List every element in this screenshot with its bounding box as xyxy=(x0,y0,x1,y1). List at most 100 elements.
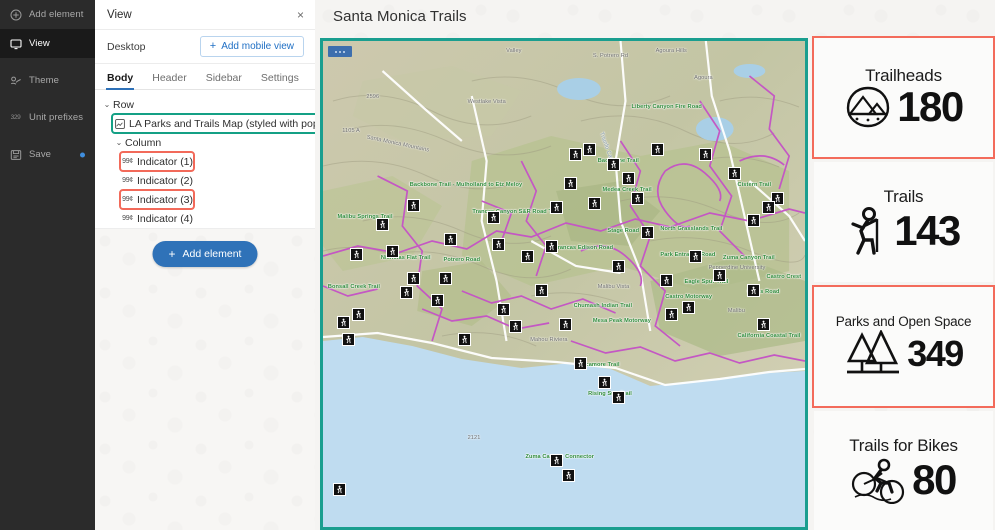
trailhead-marker[interactable] xyxy=(559,318,573,332)
map-trail-label: Castro Crest xyxy=(766,274,802,281)
tab-settings[interactable]: Settings xyxy=(261,72,299,89)
trailhead-marker[interactable] xyxy=(342,332,356,346)
chevron-down-icon[interactable]: ⌄ xyxy=(101,100,113,109)
tab-sidebar[interactable]: Sidebar xyxy=(206,72,242,89)
trees-icon xyxy=(844,329,902,378)
trailhead-marker[interactable] xyxy=(698,147,712,161)
trailhead-marker[interactable] xyxy=(612,390,626,404)
rail-item-save[interactable]: Save xyxy=(0,140,95,169)
plus-icon: + xyxy=(168,247,176,261)
add-mobile-view-button[interactable]: + Add mobile view xyxy=(199,36,304,57)
rail-label: Theme xyxy=(29,75,60,86)
trailhead-marker[interactable] xyxy=(660,274,674,288)
trailhead-marker[interactable] xyxy=(332,483,346,497)
trailhead-marker[interactable] xyxy=(400,286,414,300)
rail-item-view[interactable]: View xyxy=(0,29,95,58)
trailhead-marker[interactable] xyxy=(561,468,575,482)
trailhead-marker[interactable] xyxy=(761,201,775,215)
device-row: Desktop + Add mobile view xyxy=(95,30,315,64)
map-place-label: S. Potrero Rd xyxy=(592,53,629,60)
trailhead-marker[interactable] xyxy=(631,191,645,205)
trailhead-marker[interactable] xyxy=(747,213,761,227)
rail-item-add-element[interactable]: Add element xyxy=(0,0,95,29)
trailhead-marker[interactable] xyxy=(682,301,696,314)
chevron-down-icon[interactable]: ⌄ xyxy=(113,138,125,147)
add-element-button[interactable]: + Add element xyxy=(152,241,258,267)
map-options-button[interactable] xyxy=(328,46,352,57)
tab-body[interactable]: Body xyxy=(105,72,135,90)
trailhead-marker[interactable] xyxy=(438,271,452,285)
trailhead-marker[interactable] xyxy=(486,211,500,225)
trailhead-marker[interactable] xyxy=(665,308,679,322)
tree-item-label: LA Parks and Trails Map (styled with pop… xyxy=(129,117,340,130)
trailhead-marker[interactable] xyxy=(583,143,597,157)
close-icon[interactable]: × xyxy=(297,9,304,21)
tree-item-content: 99¢ Indicator (4) xyxy=(121,210,193,227)
trailhead-marker[interactable] xyxy=(597,376,611,390)
number-icon: 329 xyxy=(10,114,21,121)
trailhead-marker[interactable] xyxy=(385,245,399,259)
indicator-trails[interactable]: Trails 143 xyxy=(814,162,993,282)
trailhead-marker[interactable] xyxy=(431,293,445,307)
rail-label: View xyxy=(29,38,50,49)
trailhead-marker[interactable] xyxy=(337,315,351,329)
tree-item-highlight-red: 99¢ Indicator (1) xyxy=(118,151,196,172)
rail-item-theme[interactable]: Theme xyxy=(0,66,95,95)
trailhead-marker[interactable] xyxy=(612,259,626,273)
map-trail-label: Potrero Road xyxy=(443,257,481,264)
unsaved-changes-dot xyxy=(80,152,85,157)
trailhead-marker[interactable] xyxy=(549,201,563,215)
brush-icon xyxy=(9,74,22,87)
indicator-trailheads[interactable]: Trailheads 180 xyxy=(812,35,995,160)
map-trail-label: Rising Sun Trail xyxy=(588,390,632,397)
indicator-icon: 99¢ xyxy=(122,196,133,203)
trailhead-marker[interactable] xyxy=(747,284,761,297)
trailhead-marker[interactable] xyxy=(573,356,587,370)
trailhead-marker[interactable] xyxy=(568,147,582,161)
trailhead-marker[interactable] xyxy=(549,454,563,468)
map-canvas[interactable]: Valley S. Potrero Rd Agoura Hills Agoura… xyxy=(323,41,805,527)
trailhead-marker[interactable] xyxy=(443,232,457,246)
trailhead-marker[interactable] xyxy=(496,303,510,317)
tree-item-column[interactable]: ⌄ Column xyxy=(95,133,315,152)
trailhead-marker[interactable] xyxy=(376,218,390,232)
trailhead-marker[interactable] xyxy=(349,247,363,261)
trailhead-marker[interactable] xyxy=(520,249,534,263)
trailhead-marker[interactable] xyxy=(544,240,558,254)
trailhead-marker[interactable] xyxy=(508,320,522,334)
trailhead-marker[interactable] xyxy=(588,196,602,210)
trailhead-marker[interactable] xyxy=(607,157,621,171)
trailhead-marker[interactable] xyxy=(641,225,655,239)
map-trail-label: Trancas Canyon S&R Road Trail xyxy=(472,208,561,215)
monitor-icon xyxy=(9,37,22,50)
tab-header[interactable]: Header xyxy=(152,72,186,89)
trailhead-marker[interactable] xyxy=(535,284,549,297)
trailhead-marker[interactable] xyxy=(689,249,703,263)
tree-item-indicator-4[interactable]: 99¢ Indicator (4) xyxy=(95,209,315,228)
tree-item-indicator-2[interactable]: 99¢ Indicator (2) xyxy=(95,171,315,190)
trailhead-marker[interactable] xyxy=(621,172,635,186)
trailhead-marker[interactable] xyxy=(457,332,471,346)
tree-item-indicator-3[interactable]: 99¢ Indicator (3) xyxy=(95,189,315,210)
trailhead-marker[interactable] xyxy=(727,167,741,181)
trailhead-marker[interactable] xyxy=(756,318,770,332)
add-element-label: Add element xyxy=(182,248,242,260)
map-element[interactable]: Valley S. Potrero Rd Agoura Hills Agoura… xyxy=(320,38,808,530)
trailhead-marker[interactable] xyxy=(650,143,664,157)
rail-item-unit-prefixes[interactable]: 329 Unit prefixes xyxy=(0,103,95,132)
trailhead-marker[interactable] xyxy=(713,269,727,283)
rail-spacer xyxy=(0,58,95,66)
trailhead-marker[interactable] xyxy=(491,237,505,251)
indicator-trails-for-bikes[interactable]: Trails for Bikes 80 xyxy=(814,410,993,530)
indicator-value: 143 xyxy=(894,207,961,255)
tree-item-highlight-teal: LA Parks and Trails Map (styled with pop… xyxy=(110,113,344,134)
map-place-label: Valley xyxy=(506,48,522,55)
trailhead-marker[interactable] xyxy=(351,308,365,322)
indicator-parks-open-space[interactable]: Parks and Open Space 349 xyxy=(812,284,995,408)
trailhead-marker[interactable] xyxy=(407,198,421,212)
trailhead-marker[interactable] xyxy=(407,271,421,285)
tree-item-indicator-1[interactable]: 99¢ Indicator (1) xyxy=(95,151,315,172)
trailhead-marker[interactable] xyxy=(564,177,577,191)
tree-item-map[interactable]: LA Parks and Trails Map (styled with pop… xyxy=(95,113,344,134)
tree-item-row[interactable]: ⌄ Row xyxy=(95,95,315,114)
